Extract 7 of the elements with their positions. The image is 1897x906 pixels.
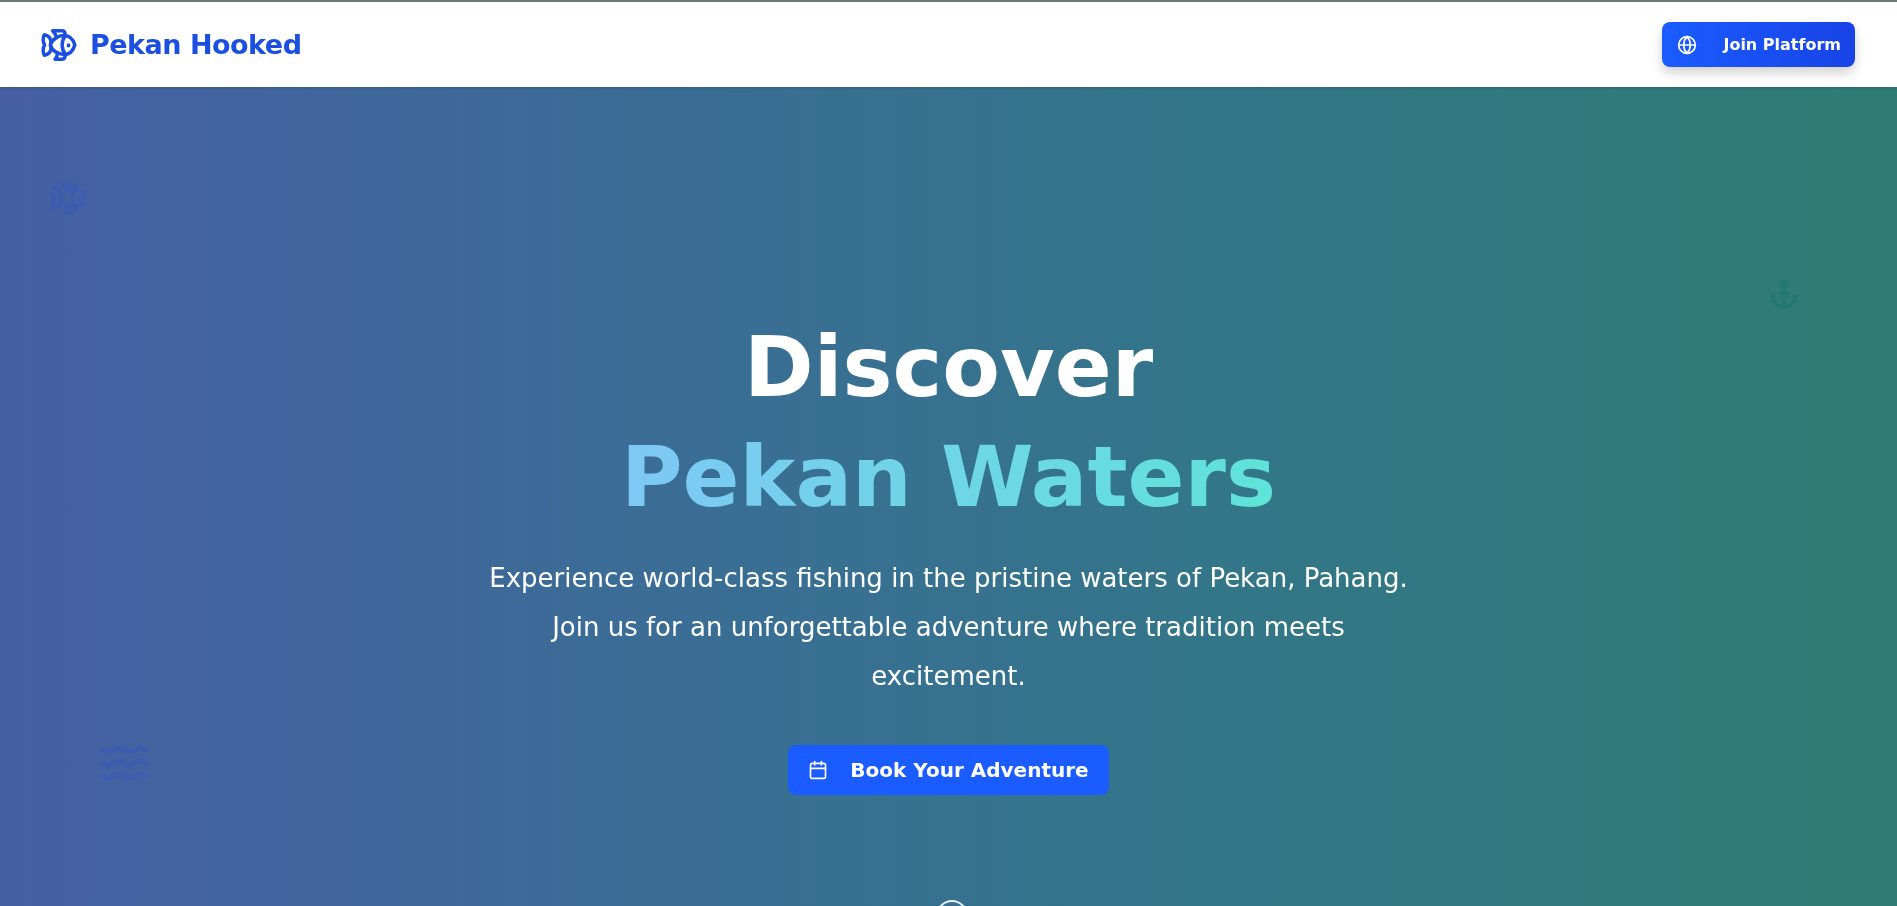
book-adventure-button[interactable]: Book Your Adventure — [788, 745, 1109, 795]
hero-title: Discover — [743, 317, 1154, 418]
join-platform-button[interactable]: Join Platform — [1662, 22, 1855, 67]
hero-description: Experience world-class fishing in the pristine waters of Pekan, Pahang. Join us for an unforgettable adventure where tradition meets excitement. — [488, 562, 1409, 693]
calendar-icon — [808, 760, 829, 780]
globe-icon — [1677, 34, 1698, 55]
brand-name: Pekan Hooked — [90, 29, 302, 60]
